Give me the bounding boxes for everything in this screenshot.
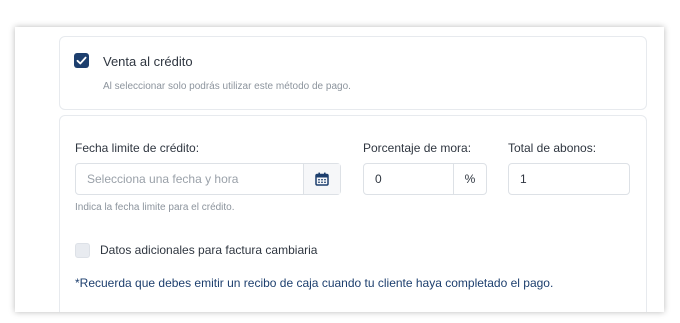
extra-data-checkbox[interactable] [75, 243, 90, 258]
late-fee-value: 0 [375, 172, 382, 186]
percent-addon: % [453, 164, 486, 194]
check-icon [76, 56, 87, 65]
installments-value: 1 [520, 172, 527, 186]
credit-sale-card: Venta al crédito Al seleccionar solo pod… [59, 36, 647, 110]
credit-date-input[interactable]: Selecciona una fecha y hora [75, 163, 341, 195]
payment-panel: Venta al crédito Al seleccionar solo pod… [15, 27, 664, 312]
credit-sale-label[interactable]: Venta al crédito [103, 54, 193, 69]
credit-date-label: Fecha limite de crédito: [75, 141, 200, 155]
credit-date-placeholder: Selecciona una fecha y hora [87, 172, 239, 186]
extra-data-label[interactable]: Datos adicionales para factura cambiaria [100, 243, 317, 257]
credit-sale-checkbox[interactable] [74, 53, 89, 68]
credit-details-card: Fecha limite de crédito: Selecciona una … [59, 115, 647, 312]
credit-date-hint: Indica la fecha limite para el crédito. [75, 202, 235, 213]
installments-input[interactable]: 1 [508, 163, 630, 195]
calendar-button[interactable] [303, 164, 340, 194]
late-fee-input[interactable]: 0 % [363, 163, 487, 195]
calendar-icon [315, 172, 329, 186]
reminder-note: *Recuerda que debes emitir un recibo de … [75, 276, 554, 290]
late-fee-label: Porcentaje de mora: [363, 141, 472, 155]
credit-sale-hint: Al seleccionar solo podrás utilizar este… [103, 81, 351, 92]
installments-label: Total de abonos: [508, 141, 597, 155]
